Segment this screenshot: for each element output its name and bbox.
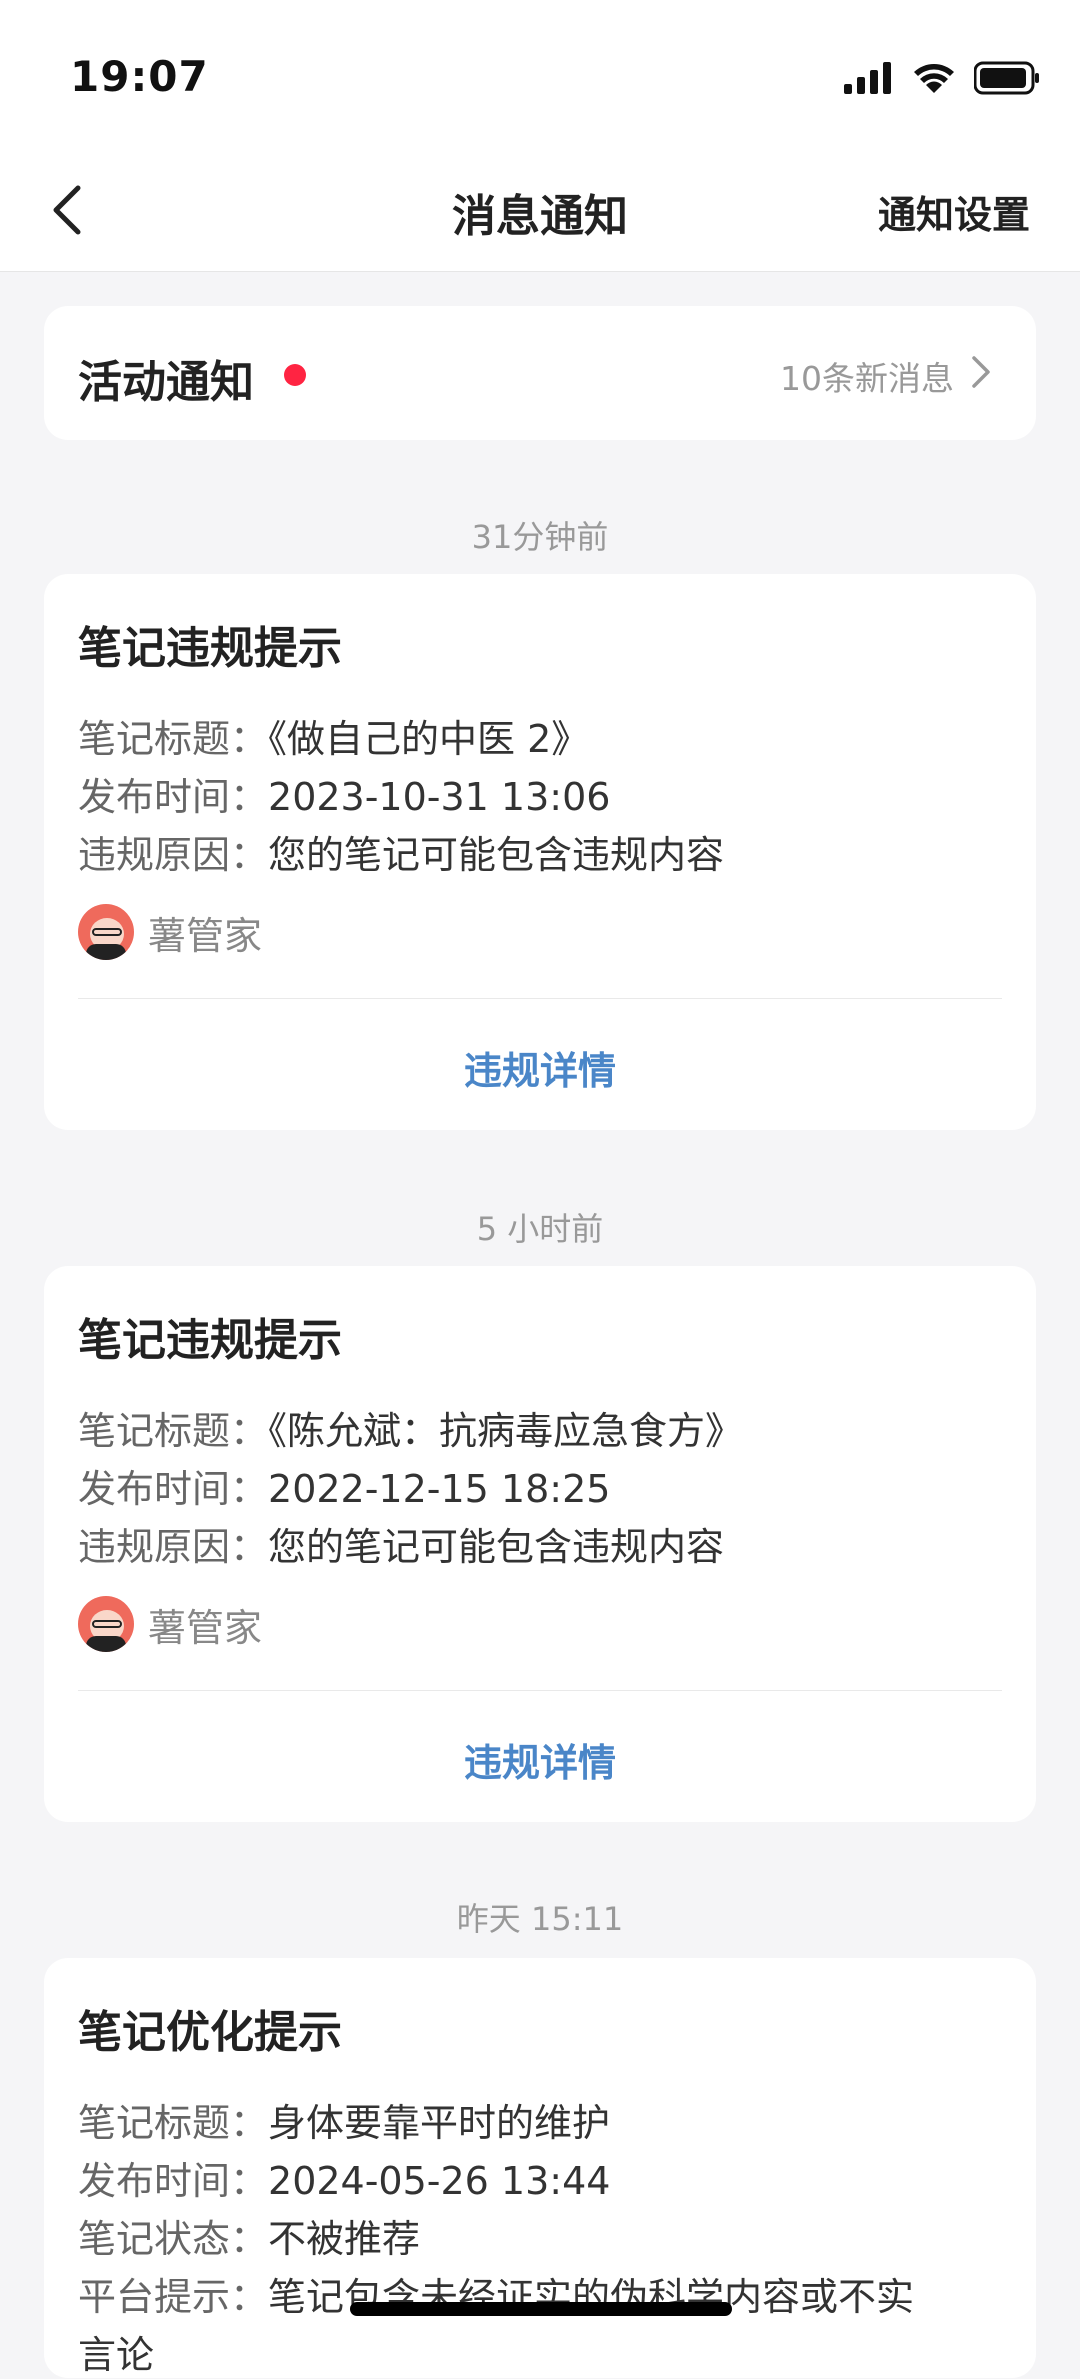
violation-reason-field: 违规原因：您的笔记可能包含违规内容 [78, 1516, 724, 1571]
note-title-field: 笔记标题：《做自己的中医 2》 [78, 708, 589, 763]
card-title: 笔记违规提示 [78, 1315, 342, 1366]
field-label: 笔记标题： [78, 717, 269, 761]
notification-card: 笔记违规提示 笔记标题：《陈允斌：抗病毒应急食方》 发布时间：2022-12-1… [44, 1266, 1036, 1822]
publish-time-field: 发布时间：2022-12-15 18:25 [78, 1458, 610, 1513]
publish-time-field: 发布时间：2024-05-26 13:44 [78, 2150, 610, 2205]
new-message-count: 10条新消息 [780, 359, 954, 398]
home-indicator[interactable] [350, 2302, 732, 2316]
status-time: 19:07 [70, 52, 209, 101]
field-label: 笔记标题： [78, 2101, 269, 2145]
sender-name: 薯管家 [148, 913, 263, 958]
field-value: 言论 [78, 2333, 155, 2377]
wifi-icon [914, 64, 954, 93]
sender[interactable]: 薯管家 [78, 904, 262, 960]
timestamp: 5 小时前 [476, 1210, 604, 1248]
note-title-field: 笔记标题：《陈允斌：抗病毒应急食方》 [78, 1400, 743, 1455]
sender[interactable]: 薯管家 [78, 1596, 262, 1652]
violation-reason-field: 违规原因：您的笔记可能包含违规内容 [78, 824, 724, 879]
note-status-field: 笔记状态：不被推荐 [78, 2208, 420, 2263]
field-value: 2023-10-31 13:06 [268, 775, 611, 819]
field-label: 笔记状态： [78, 2217, 269, 2261]
activity-notification-row[interactable]: 活动通知 10条新消息 [44, 306, 1036, 440]
notification-card: 笔记违规提示 笔记标题：《做自己的中医 2》 发布时间：2023-10-31 1… [44, 574, 1036, 1130]
field-value: 不被推荐 [268, 2217, 421, 2261]
field-value: 您的笔记可能包含违规内容 [268, 1525, 725, 1569]
chevron-right-icon [972, 356, 990, 388]
card-title: 笔记违规提示 [78, 623, 342, 674]
status-bar: 19:07 [0, 0, 1080, 150]
field-value: 《做自己的中医 2》 [268, 717, 590, 761]
timestamp: 昨天 15:11 [456, 1900, 624, 1938]
field-label: 发布时间： [78, 775, 269, 819]
field-label: 违规原因： [78, 1525, 269, 1569]
avatar-icon [78, 904, 134, 960]
avatar-icon [78, 1596, 134, 1652]
unread-dot [284, 364, 306, 386]
field-label: 违规原因： [78, 833, 269, 877]
status-icons [844, 58, 1040, 98]
field-value: 2024-05-26 13:44 [268, 2159, 611, 2203]
divider [78, 998, 1002, 999]
field-label: 发布时间： [78, 2159, 269, 2203]
field-value: 身体要靠平时的维护 [268, 2101, 611, 2145]
nav-bar: 消息通知 通知设置 [0, 150, 1080, 272]
activity-title: 活动通知 [78, 357, 254, 408]
field-label: 笔记标题： [78, 1409, 269, 1453]
field-label: 发布时间： [78, 1467, 269, 1511]
notification-settings-button[interactable]: 通知设置 [878, 184, 1030, 239]
field-value: 2022-12-15 18:25 [268, 1467, 611, 1511]
signal-icon [844, 62, 891, 94]
timestamp: 31分钟前 [471, 518, 609, 556]
violation-detail-button[interactable]: 违规详情 [44, 1732, 1036, 1787]
field-value: 您的笔记可能包含违规内容 [268, 833, 725, 877]
sender-name: 薯管家 [148, 1605, 263, 1650]
violation-detail-button[interactable]: 违规详情 [44, 1040, 1036, 1095]
battery-icon [974, 61, 1039, 95]
card-title: 笔记优化提示 [78, 2007, 342, 2058]
divider [78, 1690, 1002, 1691]
field-label: 平台提示： [78, 2275, 269, 2319]
note-title-field: 笔记标题：身体要靠平时的维护 [78, 2092, 610, 2147]
field-value: 《陈允斌：抗病毒应急食方》 [268, 1409, 744, 1453]
platform-hint-continued: 言论 [78, 2324, 154, 2379]
publish-time-field: 发布时间：2023-10-31 13:06 [78, 766, 610, 821]
